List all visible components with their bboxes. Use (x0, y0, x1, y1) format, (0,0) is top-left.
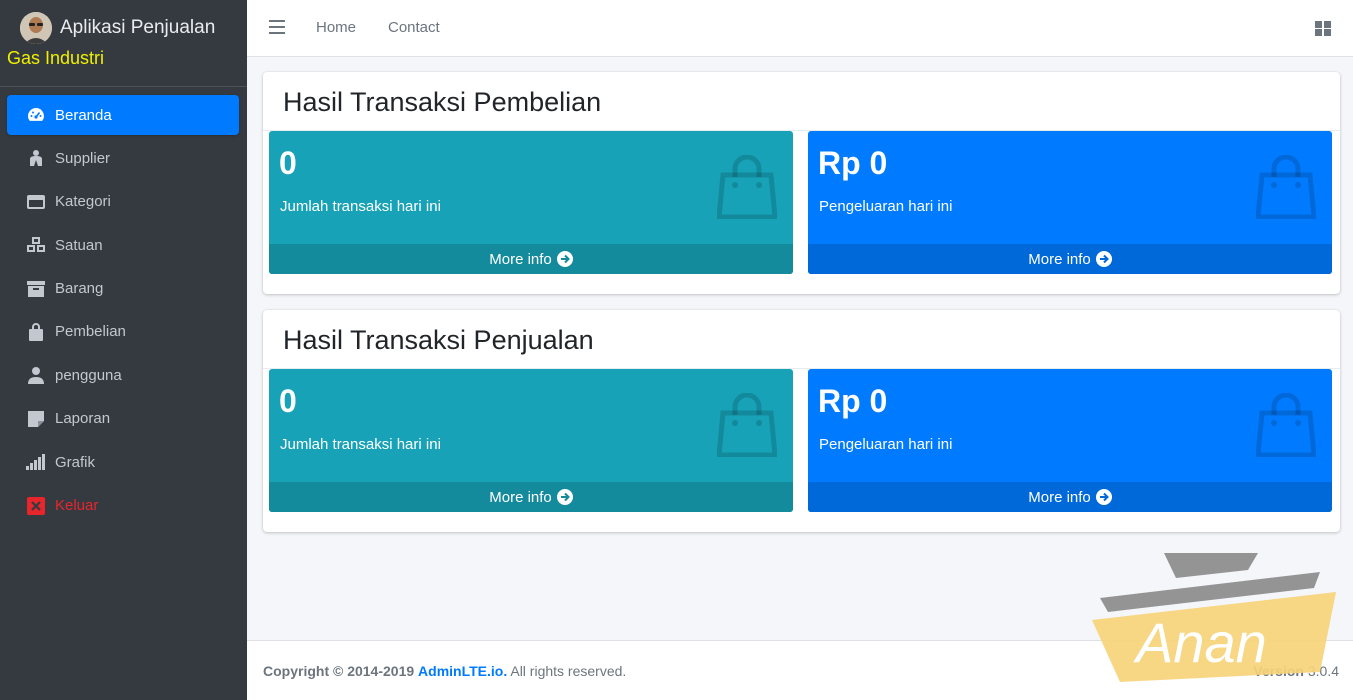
box-value: Rp 0 (818, 145, 888, 181)
brand[interactable]: Aplikasi Penjualan Gas Industri (0, 0, 247, 87)
sidebar-item-label: pengguna (55, 366, 122, 384)
sidebar-item-barang[interactable]: Barang (7, 269, 239, 309)
sidebar: Aplikasi Penjualan Gas Industri Beranda … (0, 0, 247, 700)
card-penjualan: Hasil Transaksi Penjualan 0 Jumlah trans… (263, 310, 1340, 532)
arrow-circle-right-icon (1095, 489, 1112, 505)
more-info-label: More info (489, 250, 552, 268)
arrow-circle-right-icon (1095, 251, 1112, 267)
sidebar-item-pembelian[interactable]: Pembelian (7, 312, 239, 352)
brand-title: Aplikasi Penjualan (60, 17, 216, 38)
shopping-bag-icon (717, 393, 777, 457)
archive-box-icon (25, 278, 47, 300)
watermark-text: Anan (1133, 611, 1267, 674)
sidebar-item-label: Satuan (55, 236, 103, 254)
sidebar-item-beranda[interactable]: Beranda (7, 95, 239, 135)
sidebar-item-supplier[interactable]: Supplier (7, 138, 239, 178)
sidebar-item-label: Kategori (55, 193, 111, 211)
arrow-circle-right-icon (556, 251, 573, 267)
sidebar-item-label: Pembelian (55, 323, 126, 341)
arrow-circle-right-icon (556, 489, 573, 505)
control-sidebar-grid-icon[interactable] (1315, 21, 1331, 36)
more-info-link[interactable]: More info (269, 482, 793, 512)
copyright-label: Copyright © 2014-2019 (263, 663, 415, 679)
box-description: Pengeluaran hari ini (819, 436, 953, 453)
shopping-bag-icon (1256, 155, 1316, 219)
sidebar-item-label: Barang (55, 280, 104, 298)
card-title: Hasil Transaksi Pembelian (283, 87, 602, 117)
sidebar-item-keluar[interactable]: Keluar (7, 486, 239, 526)
shopping-bag-icon (1256, 393, 1316, 457)
signal-bars-icon (25, 451, 47, 473)
top-navbar: Home Contact (247, 0, 1353, 57)
close-square-icon (25, 495, 47, 517)
sticky-note-icon (25, 408, 47, 430)
box-description: Pengeluaran hari ini (819, 198, 953, 215)
brand-avatar (20, 12, 52, 44)
nav-link-contact[interactable]: Contact (388, 19, 440, 36)
anan-watermark-logo: Anan (1092, 553, 1336, 682)
copyright-text: Copyright © 2014-2019 AdminLTE.io. All r… (263, 663, 626, 679)
box-description: Jumlah transaksi hari ini (280, 198, 441, 215)
sidebar-item-grafik[interactable]: Grafik (7, 442, 239, 482)
user-icon (25, 364, 47, 386)
sidebar-item-pengguna[interactable]: pengguna (7, 355, 239, 395)
nav-link-home[interactable]: Home (316, 19, 356, 36)
box-value: Rp 0 (818, 383, 888, 419)
more-info-link[interactable]: More info (808, 244, 1332, 274)
small-box-pengeluaran: Rp 0 Pengeluaran hari ini More info (808, 369, 1332, 512)
window-icon (25, 191, 47, 213)
sidebar-item-label: Supplier (55, 149, 111, 167)
card-pembelian: Hasil Transaksi Pembelian 0 Jumlah trans… (263, 72, 1340, 294)
cubes-icon (25, 234, 47, 256)
sidebar-item-label: Keluar (55, 497, 99, 515)
small-box-jumlah-transaksi: 0 Jumlah transaksi hari ini More info (269, 369, 793, 512)
sidebar-item-satuan[interactable]: Satuan (7, 225, 239, 265)
sidebar-item-kategori[interactable]: Kategori (7, 182, 239, 222)
more-info-label: More info (1028, 488, 1091, 506)
small-box-pengeluaran: Rp 0 Pengeluaran hari ini More info (808, 131, 1332, 274)
box-description: Jumlah transaksi hari ini (280, 436, 441, 453)
adminlte-link[interactable]: AdminLTE.io. (418, 663, 507, 679)
box-value: 0 (279, 145, 297, 181)
card-title: Hasil Transaksi Penjualan (283, 325, 594, 355)
sidebar-nav: Beranda Supplier Kategori Satuan Barang (7, 95, 239, 529)
more-info-label: More info (1028, 250, 1091, 268)
more-info-label: More info (489, 488, 552, 506)
sidebar-item-label: Laporan (55, 410, 111, 428)
box-value: 0 (279, 383, 297, 419)
brand-subtitle: Gas Industri (7, 48, 105, 68)
tachometer-icon (25, 104, 47, 126)
sidebar-item-laporan[interactable]: Laporan (7, 399, 239, 439)
small-box-jumlah-transaksi: 0 Jumlah transaksi hari ini More info (269, 131, 793, 274)
sidebar-item-label: Grafik (55, 453, 96, 471)
more-info-link[interactable]: More info (808, 482, 1332, 512)
menu-toggle-icon[interactable] (269, 20, 285, 34)
shopping-bag-icon (25, 321, 47, 343)
more-info-link[interactable]: More info (269, 244, 793, 274)
sidebar-item-label: Beranda (55, 106, 112, 124)
shopping-bag-icon (717, 155, 777, 219)
rights-text: All rights reserved. (510, 663, 627, 679)
user-tie-icon (25, 147, 47, 169)
